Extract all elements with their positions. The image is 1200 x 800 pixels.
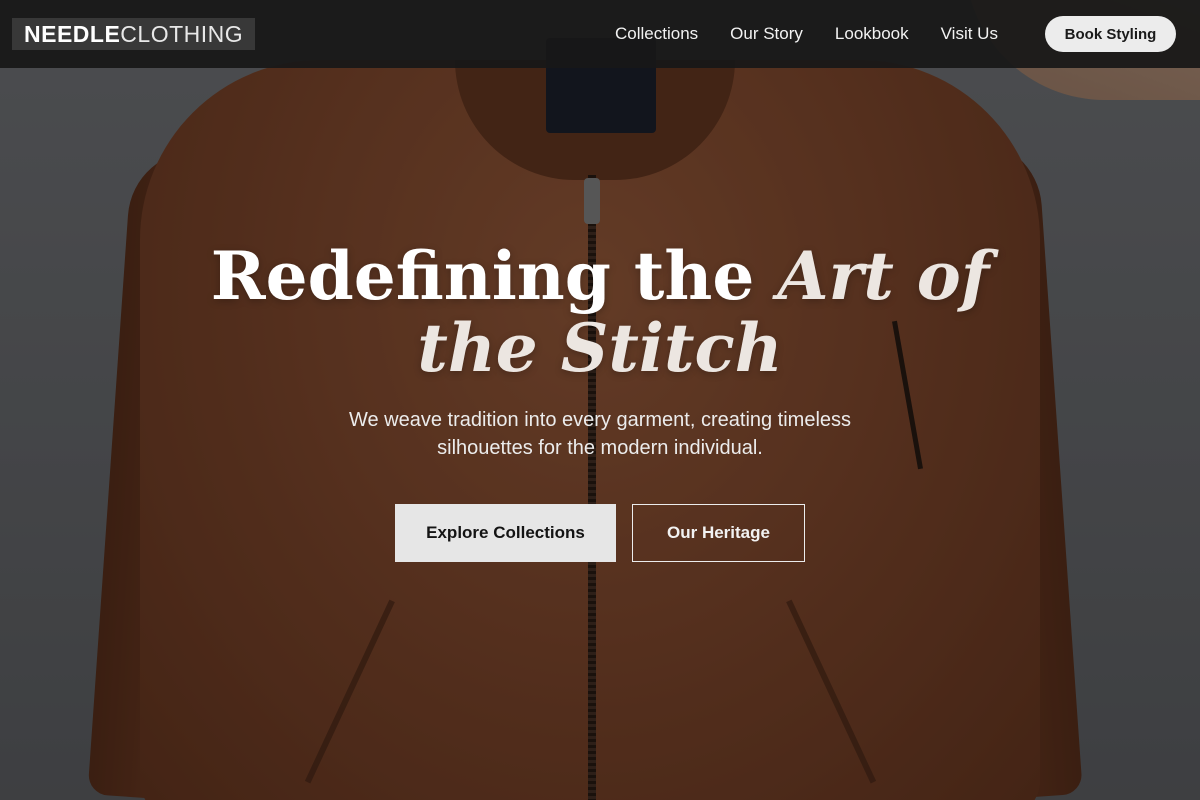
logo-bold-text: NEEDLE: [24, 20, 121, 47]
book-styling-button[interactable]: Book Styling: [1045, 16, 1176, 52]
nav-link-our-story[interactable]: Our Story: [730, 24, 803, 44]
explore-collections-button[interactable]: Explore Collections: [395, 504, 616, 562]
nav-link-visit-us[interactable]: Visit Us: [941, 24, 998, 44]
page: NEEDLE CLOTHING Collections Our Story Loo…: [0, 0, 1200, 800]
brand-logo[interactable]: NEEDLE CLOTHING: [12, 18, 256, 50]
nav-link-collections[interactable]: Collections: [615, 24, 698, 44]
headline-plain-text: Redefining the: [210, 237, 778, 315]
our-heritage-button[interactable]: Our Heritage: [632, 504, 805, 562]
hero-headline: Redefining the Art of the Stitch: [170, 240, 1030, 384]
nav-links: Collections Our Story Lookbook Visit Us: [615, 0, 1030, 68]
top-navbar: NEEDLE CLOTHING Collections Our Story Loo…: [0, 0, 1200, 68]
nav-link-lookbook[interactable]: Lookbook: [835, 24, 909, 44]
hero-subtitle: We weave tradition into every garment, c…: [348, 409, 852, 459]
hero-content: Redefining the Art of the Stitch We weav…: [0, 240, 1200, 562]
logo-light-text: CLOTHING: [120, 20, 244, 47]
hero-cta-row: Explore Collections Our Heritage: [0, 504, 1200, 562]
